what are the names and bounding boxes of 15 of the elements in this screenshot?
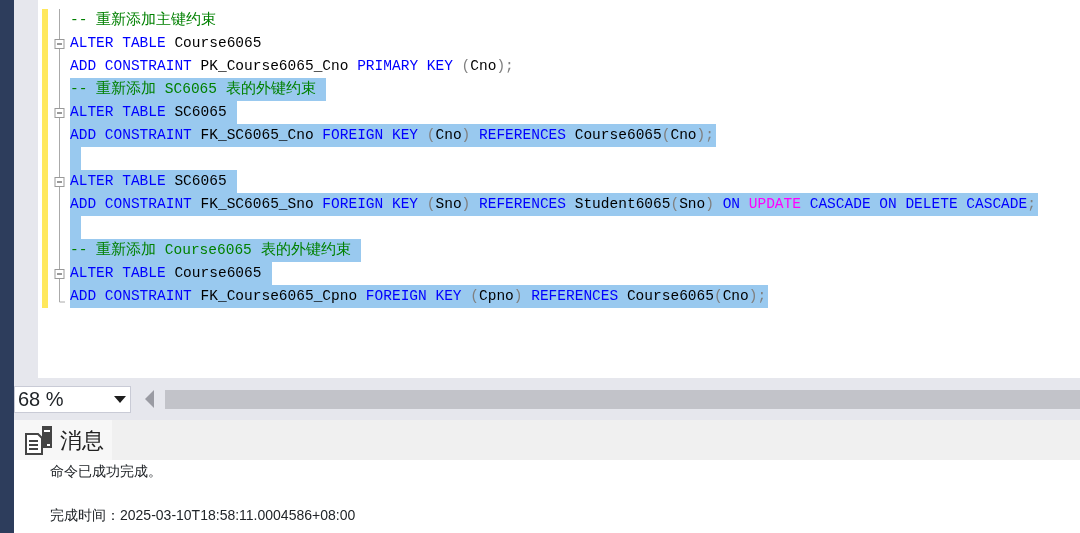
scroll-left-icon[interactable] [145, 390, 155, 408]
code-line: ALTER TABLE Course6065 [70, 34, 263, 53]
messages-tab[interactable]: 消息 [14, 420, 112, 460]
caret-icon [114, 395, 126, 403]
zoom-dropdown[interactable]: 68 % [14, 385, 131, 413]
code-line: -- 重新添加主键约束 [70, 10, 218, 30]
collapse-icon[interactable] [54, 177, 65, 187]
message-text: 命令已成功完成。 [50, 462, 163, 480]
collapse-icon[interactable] [54, 108, 65, 118]
collapse-icon[interactable] [54, 269, 65, 279]
code-line: ADD CONSTRAINT PK_Course6065_Cno PRIMARY KEY (Cno); [70, 57, 515, 76]
scrollbar-thumb[interactable] [165, 389, 1080, 409]
message-text: 完成时间：2025-03-10T18:58:11.0004586+08:00 [50, 506, 357, 524]
document-icon [24, 425, 54, 455]
collapse-icon[interactable] [54, 39, 65, 49]
